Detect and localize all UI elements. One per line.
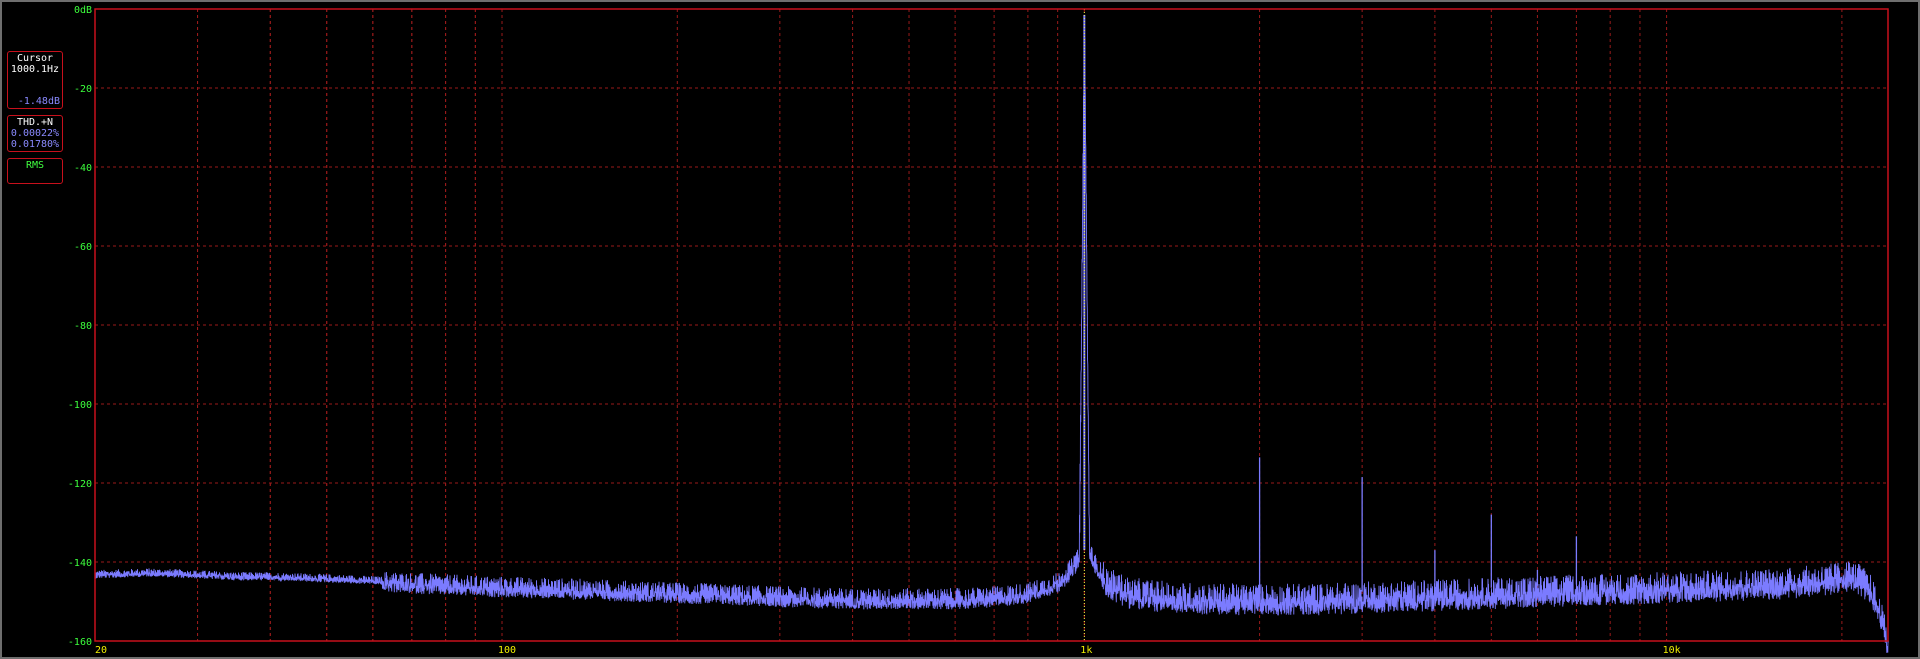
y-tick-label: -60 — [74, 242, 92, 253]
x-tick-label: 100 — [498, 645, 516, 656]
y-tick-label: -160 — [68, 637, 92, 648]
rms-title: RMS — [25, 160, 45, 171]
thd-n-value: 0.01780% — [10, 139, 60, 150]
y-tick-label: 0dB — [74, 5, 92, 16]
y-tick-label: -140 — [68, 558, 92, 569]
cursor-readout-panel[interactable]: Cursor 1000.1Hz -1.48dB — [7, 51, 63, 109]
spectrum-trace — [94, 37, 1889, 653]
thd-readout-panel[interactable]: THD.+N 0.00022% 0.01780% — [7, 115, 63, 152]
trace-group — [94, 9, 1889, 653]
x-tick-label: 1k — [1080, 645, 1092, 656]
grid — [95, 9, 1888, 641]
cursor-frequency: 1000.1Hz — [10, 64, 60, 75]
spectrum-chart[interactable]: 0dB -20 -40 -60 -80 -100 -120 -140 -16020 100 1k 10… — [2, 2, 1918, 657]
x-tick-label: 10k — [1663, 645, 1681, 656]
x-tick-label: 20 — [95, 645, 107, 656]
y-tick-label: -20 — [74, 84, 92, 95]
y-tick-label: -80 — [74, 321, 92, 332]
y-tick-label: -40 — [74, 163, 92, 174]
tick-labels: 0dB -20 -40 -60 -80 -100 -120 -140 -16020 100 1k 10… — [68, 5, 1681, 656]
cursor-title: Cursor — [16, 53, 54, 64]
y-tick-label: -100 — [68, 400, 92, 411]
y-tick-label: -120 — [68, 479, 92, 490]
thd-value: 0.00022% — [10, 128, 60, 139]
analyzer-window: 0dB -20 -40 -60 -80 -100 -120 -140 -160 20 100 1k 10… — [0, 0, 1920, 659]
cursor-level: -1.48dB — [17, 96, 60, 107]
rms-readout-panel[interactable]: RMS — [7, 158, 63, 184]
thd-title: THD.+N — [16, 117, 54, 128]
